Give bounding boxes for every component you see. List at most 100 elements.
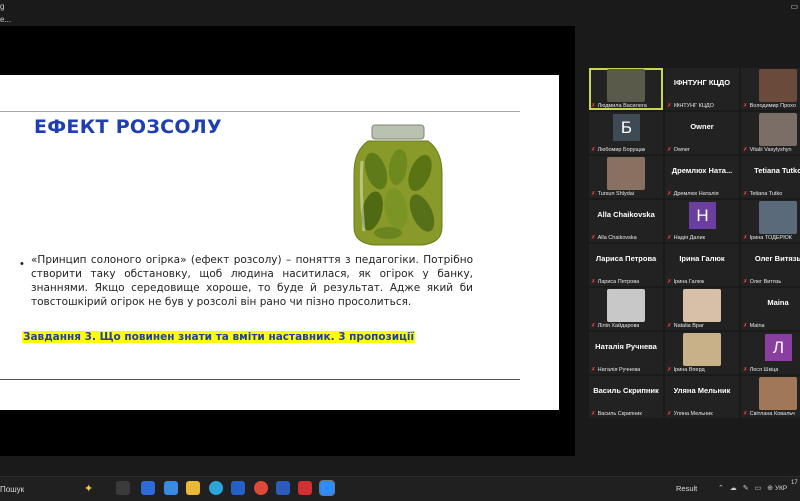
participant-name-label: ✗ Alla Chaikovska — [591, 235, 637, 241]
participant-tile[interactable]: Н ✗ Надія Далик — [665, 200, 739, 242]
participant-tile[interactable]: ✗ Ірина Вперд — [665, 332, 739, 374]
windows-taskbar: Пошук ✦ Result ⌃ ☁ ✎ ▭ ⊕ УКР 17 — [0, 476, 800, 501]
store-icon[interactable] — [231, 481, 245, 495]
muted-mic-icon: ✗ — [743, 279, 748, 285]
participant-tile[interactable]: Лариса Петрова ✗ Лариса Петрова — [589, 244, 663, 286]
participant-tile[interactable]: Maina ✗ Maina — [741, 288, 800, 330]
participant-display-name: Alla Chaikovska — [597, 210, 655, 219]
participant-video — [683, 333, 721, 366]
muted-mic-icon: ✗ — [667, 235, 672, 241]
participant-tile[interactable]: ✗ Людмила Василега — [589, 68, 663, 110]
participant-name-label: ✗ Наталія Ручнева — [591, 367, 640, 373]
participant-display-name: Лариса Петрова — [595, 254, 657, 263]
participant-tile[interactable]: ✗ Tursun Shlydai — [589, 156, 663, 198]
participant-tile[interactable]: ✗ Vitalii Vasylyshyn — [741, 112, 800, 154]
taskbar-search[interactable]: Пошук — [0, 485, 24, 494]
task-view-icon[interactable] — [116, 481, 130, 495]
participant-tile[interactable]: Уляна Мельник ✗ Уляна Мельник — [665, 376, 739, 418]
participant-caption: Ірина ТОДЕРЮК — [749, 235, 792, 241]
participant-name-label: ✗ Ірина Вперд — [667, 367, 705, 373]
participant-name-label: ✗ Natalia Враг — [667, 323, 704, 329]
participant-video — [759, 69, 797, 102]
participant-initial-avatar: Б — [613, 114, 640, 141]
participant-tile[interactable]: Б ✗ Любомир Борущак — [589, 112, 663, 154]
participant-caption: Василь Скрипник — [597, 411, 642, 417]
participant-name-label: ✗ Дремлюх Наталія — [667, 191, 719, 197]
participant-tile[interactable]: Дремлюх Ната... ✗ Дремлюх Наталія — [665, 156, 739, 198]
participant-name-label: ✗ Людмила Василега — [591, 103, 647, 109]
participant-name-label: ✗ Vitalii Vasylyshyn — [743, 147, 792, 153]
edge-browser-icon[interactable] — [209, 481, 223, 495]
result-notification[interactable]: Result — [676, 484, 697, 493]
participant-caption: Лариса Петрова — [597, 279, 640, 285]
zoom-app-icon[interactable] — [319, 480, 335, 496]
participant-caption: Owner — [673, 147, 690, 153]
participant-tile[interactable]: ✗ Ірина ТОДЕРЮК — [741, 200, 800, 242]
participant-caption: Ірина Галюк — [673, 279, 705, 285]
participant-name-label: ✗ Володимир Прохо — [743, 103, 796, 109]
teams-icon[interactable] — [164, 481, 178, 495]
participant-caption: Володимир Прохо — [749, 103, 796, 109]
participant-tile[interactable]: ІФНТУНГ КЦДО ✗ ІФНТУНГ КЦДО — [665, 68, 739, 110]
muted-mic-icon: ✗ — [667, 147, 672, 153]
participant-name-label: ✗ Василь Скрипник — [591, 411, 642, 417]
result-label: Result — [676, 484, 698, 493]
view-toggle-icon[interactable]: ▭ — [790, 2, 798, 11]
participant-tile[interactable]: ✗ Світлана Ковальч — [741, 376, 800, 418]
muted-mic-icon: ✗ — [743, 147, 748, 153]
participant-video — [607, 157, 645, 190]
wps-icon[interactable] — [298, 481, 312, 495]
participant-video — [683, 289, 721, 322]
participant-tile[interactable]: Alla Chaikovska ✗ Alla Chaikovska — [589, 200, 663, 242]
file-explorer-icon[interactable] — [186, 481, 200, 495]
system-tray-icons[interactable]: ⌃ ☁ ✎ ▭ ⊕ — [718, 484, 775, 492]
participant-caption: Ірина Вперд — [673, 367, 705, 373]
participant-caption: Лілія Хайдарова — [597, 323, 640, 329]
slide-bottom-rule — [0, 379, 520, 380]
participant-tile[interactable]: Василь Скрипник ✗ Василь Скрипник — [589, 376, 663, 418]
muted-mic-icon: ✗ — [743, 323, 748, 329]
muted-mic-icon: ✗ — [667, 367, 672, 373]
shared-slide: ЕФЕКТ РОЗСОЛУ • «Принцип солоного огірка… — [0, 75, 559, 410]
clock[interactable]: 17 — [791, 480, 798, 486]
participant-caption: Наталія Ручнева — [597, 367, 641, 373]
participant-tile[interactable]: Л ✗ Леся Шкіца — [741, 332, 800, 374]
participant-caption: Maina — [749, 323, 765, 329]
participant-name-label: ✗ Ірина Галюк — [667, 279, 704, 285]
widgets-icon[interactable] — [141, 481, 155, 495]
muted-mic-icon: ✗ — [743, 411, 748, 417]
taskbar-search-label: Пошук — [0, 485, 25, 494]
participant-display-name: Олег Витязь — [754, 254, 800, 263]
participant-tile[interactable]: Owner ✗ Owner — [665, 112, 739, 154]
muted-mic-icon: ✗ — [667, 103, 672, 109]
slide-title: ЕФЕКТ РОЗСОЛУ — [34, 116, 222, 138]
bullet-marker: • — [20, 258, 24, 270]
participant-caption: Уляна Мельник — [673, 411, 713, 417]
muted-mic-icon: ✗ — [591, 191, 596, 197]
participant-display-name: Василь Скрипник — [593, 386, 659, 395]
participant-name-label: ✗ Maina — [743, 323, 765, 329]
participant-video — [759, 113, 797, 146]
language-indicator[interactable]: УКР — [775, 485, 787, 492]
participant-tile[interactable]: ✗ Natalia Враг — [665, 288, 739, 330]
participant-display-name: Maina — [767, 298, 789, 307]
participant-tile[interactable]: ✗ Лілія Хайдарова — [589, 288, 663, 330]
participant-caption: Олег Витязь — [749, 279, 782, 285]
chrome-browser-icon[interactable] — [254, 481, 268, 495]
copilot-sparkle-icon[interactable]: ✦ — [84, 482, 93, 495]
participant-caption: Любомир Борущак — [597, 147, 646, 153]
participant-tile[interactable]: Tetiana Tutko ✗ Tetiana Tutko — [741, 156, 800, 198]
participant-name-label: ✗ Уляна Мельник — [667, 411, 713, 417]
participant-tile[interactable]: Олег Витязь ✗ Олег Витязь — [741, 244, 800, 286]
participant-tile[interactable]: ✗ Володимир Прохо — [741, 68, 800, 110]
muted-mic-icon: ✗ — [591, 367, 596, 373]
window-title: g — [0, 2, 5, 11]
participant-tile[interactable]: Ірина Галюк ✗ Ірина Галюк — [665, 244, 739, 286]
participant-name-label: ✗ ІФНТУНГ КЦДО — [667, 103, 714, 109]
participant-tile[interactable]: Наталія Ручнева ✗ Наталія Ручнева — [589, 332, 663, 374]
word-icon[interactable] — [276, 481, 290, 495]
participant-name-label: ✗ Надія Далик — [667, 235, 705, 241]
participant-name-label: ✗ Олег Витязь — [743, 279, 781, 285]
slide-bullet-text: «Принцип солоного огірка» (ефект розсолу… — [31, 254, 473, 308]
window-subtitle: e... — [0, 15, 12, 24]
